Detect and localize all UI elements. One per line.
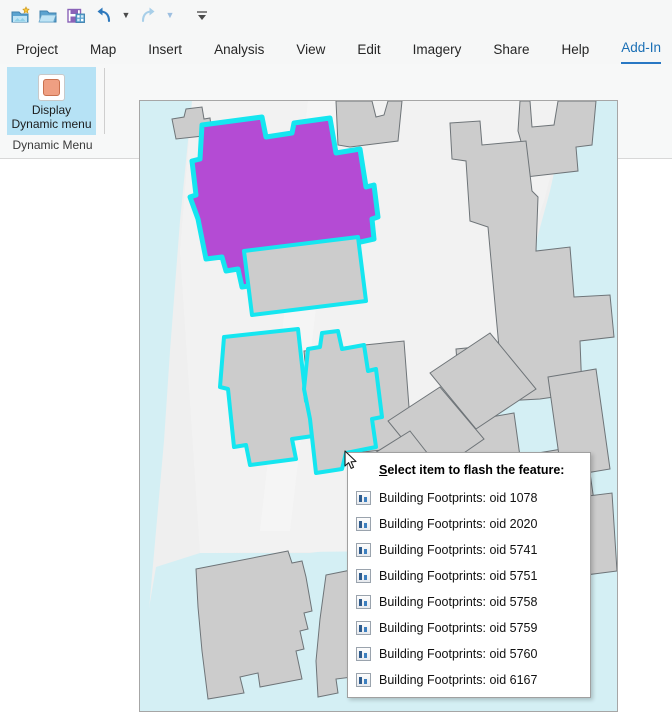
redo-icon (138, 6, 158, 25)
dynamic-context-menu[interactable]: Select item to flash the feature: Buildi… (347, 452, 591, 698)
tab-share[interactable]: Share (493, 42, 529, 64)
menu-item-oid-5758[interactable]: Building Footprints: oid 5758 (348, 589, 590, 615)
tab-imagery[interactable]: Imagery (413, 42, 462, 64)
rounded-square-icon (38, 74, 65, 101)
table-chart-icon (356, 673, 371, 687)
menu-item-oid-1078[interactable]: Building Footprints: oid 1078 (348, 485, 590, 511)
display-dynamic-menu-label: Display Dynamic menu (11, 103, 91, 131)
tab-edit[interactable]: Edit (357, 42, 380, 64)
table-chart-icon (356, 543, 371, 557)
tab-insert[interactable]: Insert (148, 42, 182, 64)
tab-view[interactable]: View (296, 42, 325, 64)
customize-quick-access-toolbar-icon (194, 8, 210, 24)
menu-item-oid-5751[interactable]: Building Footprints: oid 5751 (348, 563, 590, 589)
tab-help[interactable]: Help (561, 42, 589, 64)
rounded-square-inner-icon (43, 79, 60, 96)
context-menu-header: Select item to flash the feature: (348, 458, 590, 485)
display-dynamic-menu-button[interactable]: Display Dynamic menu (7, 67, 96, 135)
new-project-button[interactable] (6, 3, 34, 29)
display-dynamic-menu-label-line1: Display (11, 103, 91, 117)
table-chart-icon (356, 647, 371, 661)
menu-item-oid-5759[interactable]: Building Footprints: oid 5759 (348, 615, 590, 641)
display-dynamic-menu-label-line2: Dynamic menu (11, 117, 91, 131)
quick-access-toolbar: ▼ ▼ (0, 0, 672, 31)
table-chart-icon (356, 621, 371, 635)
ribbon-group-label: Dynamic Menu (0, 138, 105, 152)
undo-dropdown-button[interactable]: ▼ (118, 3, 134, 29)
ribbon-tab-bar: Project Map Insert Analysis View Edit Im… (0, 31, 672, 64)
table-chart-icon (356, 517, 371, 531)
redo-dropdown-button[interactable]: ▼ (162, 3, 178, 29)
undo-dropdown-chevron-icon: ▼ (122, 11, 131, 20)
tab-analysis[interactable]: Analysis (214, 42, 264, 64)
display-dynamic-menu-icon (35, 73, 69, 101)
open-project-icon (38, 6, 58, 25)
table-chart-icon (356, 569, 371, 583)
menu-item-oid-6167[interactable]: Building Footprints: oid 6167 (348, 667, 590, 693)
redo-button[interactable] (134, 3, 162, 29)
tab-project[interactable]: Project (16, 42, 58, 64)
menu-item-label: Building Footprints: oid 6167 (379, 673, 537, 687)
save-project-button[interactable] (62, 3, 90, 29)
tab-map[interactable]: Map (90, 42, 116, 64)
customize-quick-access-toolbar-button[interactable] (190, 3, 214, 29)
new-project-icon (10, 6, 30, 25)
menu-item-label: Building Footprints: oid 2020 (379, 517, 537, 531)
menu-item-label: Building Footprints: oid 5758 (379, 595, 537, 609)
redo-dropdown-chevron-icon: ▼ (166, 11, 175, 20)
menu-item-label: Building Footprints: oid 5741 (379, 543, 537, 557)
undo-icon (94, 6, 114, 25)
context-menu-header-rest: elect item to flash the feature: (387, 463, 564, 477)
menu-item-oid-2020[interactable]: Building Footprints: oid 2020 (348, 511, 590, 537)
menu-item-label: Building Footprints: oid 5751 (379, 569, 537, 583)
menu-item-label: Building Footprints: oid 1078 (379, 491, 537, 505)
ribbon-group-dynamic-menu: Display Dynamic menu Dynamic Menu (0, 64, 105, 158)
menu-item-label: Building Footprints: oid 5760 (379, 647, 537, 661)
menu-item-label: Building Footprints: oid 5759 (379, 621, 537, 635)
menu-item-oid-5760[interactable]: Building Footprints: oid 5760 (348, 641, 590, 667)
ribbon-group-divider (104, 68, 105, 134)
tab-add-in[interactable]: Add-In (621, 40, 661, 64)
table-chart-icon (356, 491, 371, 505)
table-chart-icon (356, 595, 371, 609)
open-project-button[interactable] (34, 3, 62, 29)
save-project-icon (66, 6, 86, 25)
undo-button[interactable] (90, 3, 118, 29)
map-selected-building-2[interactable] (244, 237, 366, 315)
menu-item-oid-5741[interactable]: Building Footprints: oid 5741 (348, 537, 590, 563)
